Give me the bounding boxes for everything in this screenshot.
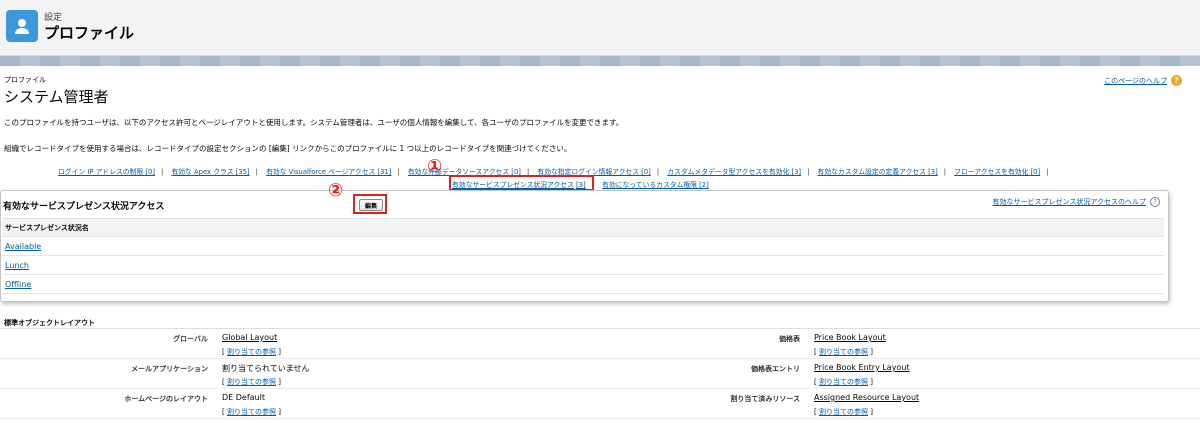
user-icon (6, 10, 38, 42)
highlight-box-2 (353, 194, 387, 214)
layout-value[interactable]: Global Layout (222, 333, 277, 342)
related-link[interactable]: 有効な Apex クラス [35] (171, 168, 249, 176)
page-title: システム管理者 (4, 88, 109, 106)
panel-title: 有効なサービスプレゼンス状況アクセス (3, 202, 165, 212)
layout-value: DE Default (222, 393, 265, 402)
assignment-link: [ 割り当ての参照 ] (814, 408, 873, 416)
layout-row: メールアプリケーション 割り当てられていません [ 割り当ての参照 ] 価格表エ… (0, 361, 1200, 389)
layout-label: 価格表エントリ (751, 365, 800, 373)
page-help-label[interactable]: このページのヘルプ (1104, 76, 1167, 86)
table-row: Lunch (2, 256, 1164, 275)
setup-header: 設定 プロファイル (0, 0, 1200, 56)
related-link[interactable]: カスタムメタデータ型アクセスを有効化 [3] (667, 168, 801, 176)
assignment-link: [ 割り当ての参照 ] (814, 348, 873, 356)
table-row: Offline (2, 275, 1164, 294)
annotation-mark-2: ② (328, 180, 344, 201)
help-icon[interactable]: ? (1171, 75, 1182, 86)
layout-row: グローバル Global Layout [ 割り当ての参照 ] 価格表 Pric… (0, 331, 1200, 359)
layout-value[interactable]: Price Book Entry Layout (814, 363, 910, 372)
layout-label: メールアプリケーション (131, 365, 208, 373)
decorative-band (0, 56, 1200, 66)
help-icon[interactable]: ? (1150, 197, 1160, 207)
panel-help-label[interactable]: 有効なサービスプレゼンス状況アクセスのヘルプ (992, 197, 1146, 207)
page-header-title: プロファイル (44, 24, 135, 42)
service-presence-panel: 有効なサービスプレゼンス状況アクセス 編集 有効なサービスプレゼンス状況アクセス… (0, 190, 1169, 302)
object-type-label: プロファイル (4, 76, 46, 84)
highlight-box-1 (449, 175, 594, 191)
presence-status-link[interactable]: Offline (5, 280, 31, 289)
profile-description: このプロファイルを持つユーザは、以下のアクセス許可とページレイアウトと使用します… (4, 118, 624, 127)
layout-label: グローバル (173, 335, 208, 343)
related-link[interactable]: 有効な Visualforce ページアクセス [31] (266, 168, 391, 176)
presence-table: サービスプレゼンス状況名 Available Lunch Offline (2, 218, 1164, 294)
assignment-link: [ 割り当ての参照 ] (814, 378, 873, 386)
presence-status-link[interactable]: Available (5, 242, 41, 251)
panel-help-link[interactable]: 有効なサービスプレゼンス状況アクセスのヘルプ ? (992, 197, 1160, 207)
layout-value[interactable]: Assigned Resource Layout (814, 393, 919, 402)
layout-label: 価格表 (779, 335, 800, 343)
assignment-link: [ 割り当ての参照 ] (222, 408, 281, 416)
related-link[interactable]: 有効なカスタム設定の定義アクセス [3] (818, 168, 938, 176)
record-type-note: 組織でレコードタイプを使用する場合は、レコードタイプの設定セクションの [編集]… (4, 144, 572, 153)
annotation-mark-1: ① (427, 156, 443, 177)
layout-value[interactable]: Price Book Layout (814, 333, 886, 342)
layout-row: ホームページのレイアウト DE Default [ 割り当ての参照 ] 割り当て… (0, 391, 1200, 419)
related-link[interactable]: フローアクセスを有効化 [0] (954, 168, 1040, 176)
assignment-link: [ 割り当ての参照 ] (222, 378, 281, 386)
layout-label: 割り当て済みリソース (730, 395, 800, 403)
layout-label: ホームページのレイアウト (124, 395, 208, 403)
assignment-link: [ 割り当ての参照 ] (222, 348, 281, 356)
related-link[interactable]: 有効になっているカスタム権限 [2] (602, 181, 709, 189)
table-header: サービスプレゼンス状況名 (2, 218, 1164, 237)
related-link[interactable]: ログイン IP アドレスの制限 [0] (58, 168, 155, 176)
page-help-link[interactable]: このページのヘルプ ? (1104, 75, 1182, 86)
layout-value: 割り当てられていません (222, 364, 310, 373)
table-row: Available (2, 237, 1164, 256)
section-title: 標準オブジェクトレイアウト (4, 319, 95, 327)
presence-status-link[interactable]: Lunch (5, 261, 29, 270)
divider (0, 328, 1200, 329)
